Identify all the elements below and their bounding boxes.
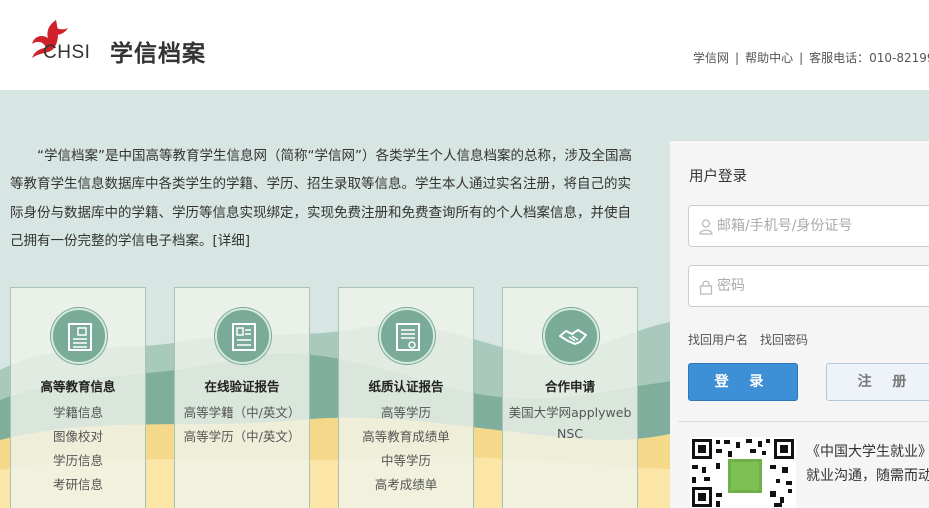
card-link-secondary-degree[interactable]: 中等学历: [339, 450, 473, 469]
education-record-icon[interactable]: [51, 308, 107, 364]
lock-icon: [699, 280, 713, 295]
card-title: 在线验证报告: [204, 379, 280, 394]
forgot-username-link[interactable]: 找回用户名: [688, 333, 748, 347]
card-link-postgrad-exam-info[interactable]: 考研信息: [11, 474, 145, 493]
card-link-transcript[interactable]: 高等教育成绩单: [339, 426, 473, 445]
login-title: 用户登录: [689, 169, 747, 185]
link-help-center[interactable]: 帮助中心: [745, 51, 793, 65]
card-higher-education-info: 高等教育信息 学籍信息 图像校对 学历信息 考研信息: [10, 287, 146, 508]
card-title: 高等教育信息: [40, 379, 116, 394]
card-title: 合作申请: [544, 379, 595, 394]
hero-banner: “学信档案”是中国高等教育学生信息网（简称“学信网”）各类学生个人信息档案的总称…: [0, 90, 929, 508]
promo-subtitle: 就业沟通，随需而动: [806, 468, 929, 484]
username-input[interactable]: [717, 206, 929, 246]
forgot-links: 找回用户名 找回密码: [688, 331, 820, 348]
intro-paragraph: “学信档案”是中国高等教育学生信息网（简称“学信网”）各类学生个人信息档案的总称…: [10, 142, 642, 255]
card-link-enrollment-report[interactable]: 高等学籍（中/英文）: [175, 402, 309, 421]
top-links: 学信网 | 帮助中心 | 客服电话：010-82199: [693, 49, 929, 66]
card-link-degree-report[interactable]: 高等学历（中/英文）: [175, 426, 309, 445]
card-link-nsc[interactable]: NSC: [503, 426, 637, 441]
card-cooperation-application: 合作申请 美国大学网applyweb NSC: [502, 287, 638, 508]
card-link-image-check[interactable]: 图像校对: [11, 426, 145, 445]
card-link-higher-degree[interactable]: 高等学历: [339, 402, 473, 421]
login-button[interactable]: 登 录: [688, 363, 798, 401]
user-icon: [699, 219, 713, 235]
paper-certificate-icon[interactable]: [379, 308, 435, 364]
site-header: CHSI 学信档案 学信网 | 帮助中心 | 客服电话：010-82199: [0, 0, 929, 90]
card-link-gaokao-score[interactable]: 高考成绩单: [339, 474, 473, 493]
qr-code-icon[interactable]: [690, 437, 796, 508]
intro-more-link[interactable]: [详细]: [213, 233, 251, 249]
card-paper-certification-report: 纸质认证报告 高等学历 高等教育成绩单 中等学历 高考成绩单: [338, 287, 474, 508]
password-field[interactable]: [688, 265, 929, 307]
online-report-icon[interactable]: [215, 308, 271, 364]
card-link-degree-info[interactable]: 学历信息: [11, 450, 145, 469]
card-link-enrollment-info[interactable]: 学籍信息: [11, 402, 145, 421]
username-field[interactable]: [688, 205, 929, 247]
login-panel: 用户登录 找回用户名找回密码 登 录 注 册: [670, 140, 929, 508]
card-title: 纸质认证报告: [368, 379, 444, 394]
login-divider: [678, 421, 929, 422]
card-online-verification-report: 在线验证报告 高等学籍（中/英文） 高等学历（中/英文）: [174, 287, 310, 508]
site-title[interactable]: 学信档案: [110, 34, 206, 68]
handshake-icon[interactable]: [543, 308, 599, 364]
forgot-password-link[interactable]: 找回密码: [760, 333, 808, 347]
promo-title[interactable]: 《中国大学生就业》: [806, 441, 929, 461]
link-chsi[interactable]: 学信网: [693, 51, 729, 65]
intro-text: “学信档案”是中国高等教育学生信息网（简称“学信网”）各类学生个人信息档案的总称…: [10, 148, 632, 249]
card-link-applyweb[interactable]: 美国大学网applyweb: [503, 402, 637, 421]
register-button[interactable]: 注 册: [826, 363, 929, 401]
logo-text: CHSI: [43, 42, 91, 63]
password-input[interactable]: [717, 266, 929, 306]
service-phone: 客服电话：010-82199: [809, 51, 929, 65]
